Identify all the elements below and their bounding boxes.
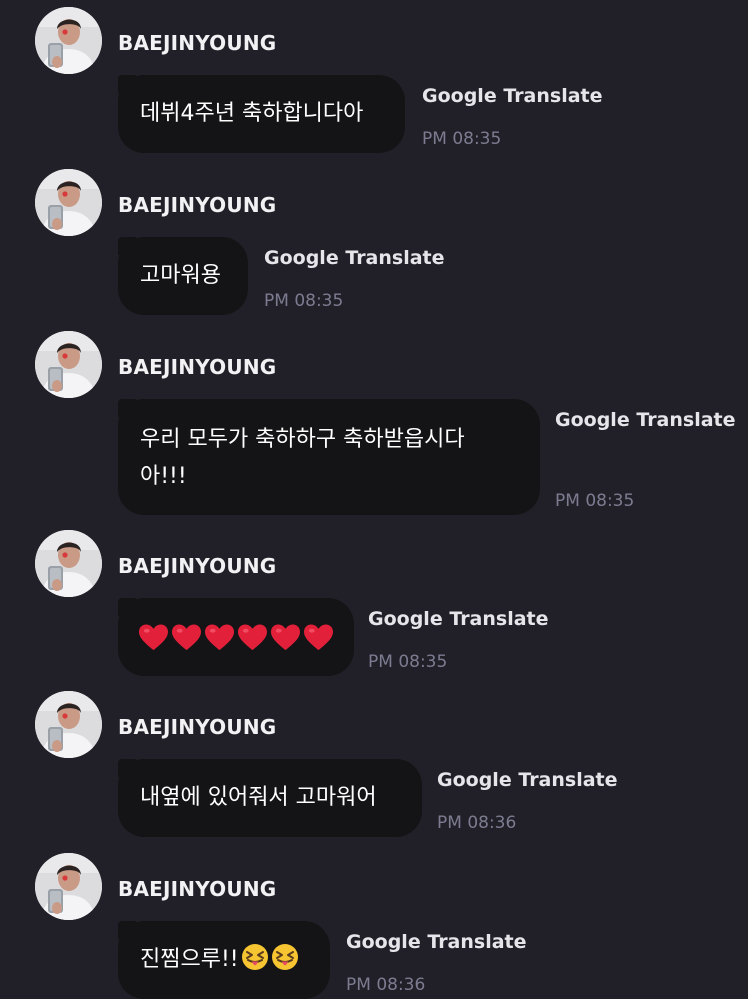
squinting-tongue-emoji [239, 944, 299, 972]
message-text: 고마워용 [140, 263, 221, 288]
message-text-main: 진찜으루!! [140, 947, 239, 972]
bubble-tail [118, 921, 136, 939]
hearts-row [138, 623, 334, 652]
message-text-line: 우리 모두가 축하하구 축하받읍시다 [140, 427, 465, 452]
sender-name: BAEJINYOUNG [118, 355, 277, 379]
avatar[interactable] [35, 530, 102, 597]
heart-emoji-icon [172, 623, 201, 650]
message-text: 진찜으루!! [140, 942, 299, 978]
google-translate-link[interactable]: Google Translate [264, 247, 445, 269]
message-timestamp: PM 08:35 [368, 652, 448, 672]
sender-name: BAEJINYOUNG [118, 877, 277, 901]
message-timestamp: PM 08:36 [346, 975, 426, 995]
bubble-tail [118, 399, 136, 417]
message-timestamp: PM 08:35 [555, 491, 635, 511]
message-text: 내옆에 있어줘서 고마워어 [140, 785, 377, 810]
bubble-tail [118, 75, 136, 93]
google-translate-link[interactable]: Google Translate [346, 931, 527, 953]
message-timestamp: PM 08:35 [264, 291, 344, 311]
heart-emoji-icon [139, 623, 168, 650]
heart-emoji-icon [304, 623, 333, 650]
message-bubble[interactable]: 데뷔4주년 축하합니다아 [118, 75, 405, 153]
message-bubble[interactable]: 우리 모두가 축하하구 축하받읍시다 아!!! [118, 399, 540, 515]
sender-name: BAEJINYOUNG [118, 193, 277, 217]
avatar[interactable] [35, 691, 102, 758]
sender-name: BAEJINYOUNG [118, 715, 277, 739]
message-text-line: 아!!! [140, 464, 187, 489]
avatar[interactable] [35, 853, 102, 920]
bubble-tail [118, 237, 136, 255]
avatar[interactable] [35, 169, 102, 236]
bubble-tail [118, 759, 136, 777]
heart-emoji-icon [205, 623, 234, 650]
message-bubble[interactable] [118, 598, 354, 676]
google-translate-link[interactable]: Google Translate [555, 409, 736, 431]
message-timestamp: PM 08:35 [422, 129, 502, 149]
google-translate-link[interactable]: Google Translate [437, 769, 618, 791]
message-bubble[interactable]: 고마워용 [118, 237, 248, 315]
message-timestamp: PM 08:36 [437, 813, 517, 833]
google-translate-link[interactable]: Google Translate [422, 85, 603, 107]
message-bubble[interactable]: 내옆에 있어줘서 고마워어 [118, 759, 422, 837]
sender-name: BAEJINYOUNG [118, 31, 277, 55]
avatar[interactable] [35, 7, 102, 74]
avatar[interactable] [35, 331, 102, 398]
message-bubble[interactable]: 진찜으루!! [118, 921, 330, 999]
heart-emoji-icon [271, 623, 300, 650]
sender-name: BAEJINYOUNG [118, 554, 277, 578]
google-translate-link[interactable]: Google Translate [368, 608, 549, 630]
heart-emoji-icon [238, 623, 267, 650]
message-text: 데뷔4주년 축하합니다아 [140, 101, 364, 126]
bubble-tail [118, 598, 136, 616]
